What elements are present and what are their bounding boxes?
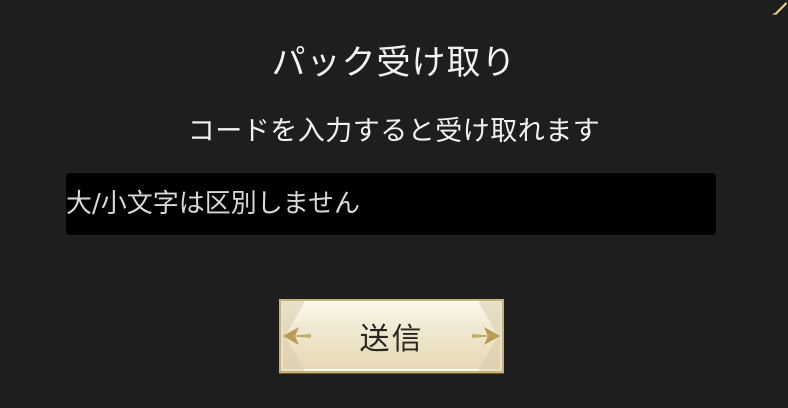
- code-input[interactable]: [66, 173, 716, 235]
- dialog-title: パック受け取り: [271, 43, 517, 83]
- dialog-instructions: コードを入力すると受け取れます: [187, 116, 601, 147]
- send-button[interactable]: 送信: [279, 299, 504, 373]
- sparkle-icon: [758, 0, 788, 16]
- pack-redeem-dialog: パック受け取り コードを入力すると受け取れます 送信: [0, 0, 788, 408]
- send-button-label: 送信: [359, 323, 424, 356]
